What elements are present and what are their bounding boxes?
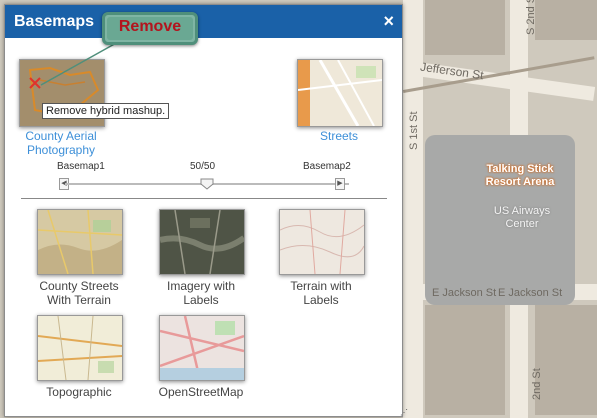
imagery-thumbnail bbox=[160, 210, 244, 274]
resize-grip-icon[interactable]: ⋰ bbox=[400, 408, 408, 417]
map-block bbox=[535, 305, 597, 415]
street-label: 2nd St bbox=[531, 368, 543, 400]
slider-value-label: 50/50 bbox=[190, 161, 216, 172]
street-label: E Jackson St bbox=[432, 287, 497, 299]
gallery-item-label: Imagery with Labels bbox=[166, 279, 236, 307]
map-block bbox=[425, 0, 505, 55]
gallery-item-terrain-labels[interactable] bbox=[279, 209, 365, 275]
street-label: S 1st St bbox=[408, 111, 420, 150]
active-basemap-label[interactable]: County Aerial Photography bbox=[13, 129, 109, 157]
panel-title: Basemaps bbox=[14, 13, 95, 30]
gallery-item-topographic[interactable] bbox=[37, 315, 123, 381]
remove-callout: Remove bbox=[102, 12, 198, 45]
remove-tooltip: Remove hybrid mashup. bbox=[42, 103, 170, 119]
gallery-item-imagery-labels[interactable] bbox=[159, 209, 245, 275]
gallery-item-label: OpenStreetMap bbox=[158, 385, 244, 399]
county-streets-thumbnail bbox=[38, 210, 122, 274]
remove-callout-label: Remove bbox=[118, 18, 182, 35]
map-block bbox=[535, 0, 597, 40]
topographic-thumbnail bbox=[38, 316, 122, 380]
basemaps-panel: Basemaps × County Aerial Photography Str… bbox=[4, 4, 408, 417]
active-basemap-streets[interactable] bbox=[297, 59, 383, 127]
slider-left-label: Basemap1 bbox=[57, 161, 105, 172]
blend-slider-handle[interactable] bbox=[200, 178, 214, 190]
gallery-item-label: Topographic bbox=[46, 385, 112, 399]
terrain-thumbnail bbox=[280, 210, 364, 274]
step-right-icon[interactable]: ▶ bbox=[335, 178, 345, 190]
street-label: S 2nd St bbox=[525, 0, 537, 35]
slider-right-label: Basemap2 bbox=[303, 161, 351, 172]
gallery-item-openstreetmap[interactable] bbox=[159, 315, 245, 381]
openstreetmap-thumbnail bbox=[160, 316, 244, 380]
panel-titlebar[interactable]: Basemaps × bbox=[5, 5, 402, 38]
streets-thumbnail bbox=[298, 60, 382, 126]
gallery-item-county-streets-terrain[interactable] bbox=[37, 209, 123, 275]
gallery-item-label: County Streets With Terrain bbox=[39, 279, 119, 307]
divider bbox=[21, 198, 387, 199]
arena-sublabel: US Airways Center bbox=[493, 205, 551, 230]
gallery-item-label: Terrain with Labels bbox=[290, 279, 352, 307]
close-button[interactable]: × bbox=[383, 11, 394, 32]
arena-label: Talking Stick Resort Arena bbox=[485, 163, 555, 188]
map-block bbox=[425, 305, 505, 415]
active-basemap-label[interactable]: Streets bbox=[293, 129, 385, 143]
street-label: E Jackson St bbox=[498, 287, 563, 299]
